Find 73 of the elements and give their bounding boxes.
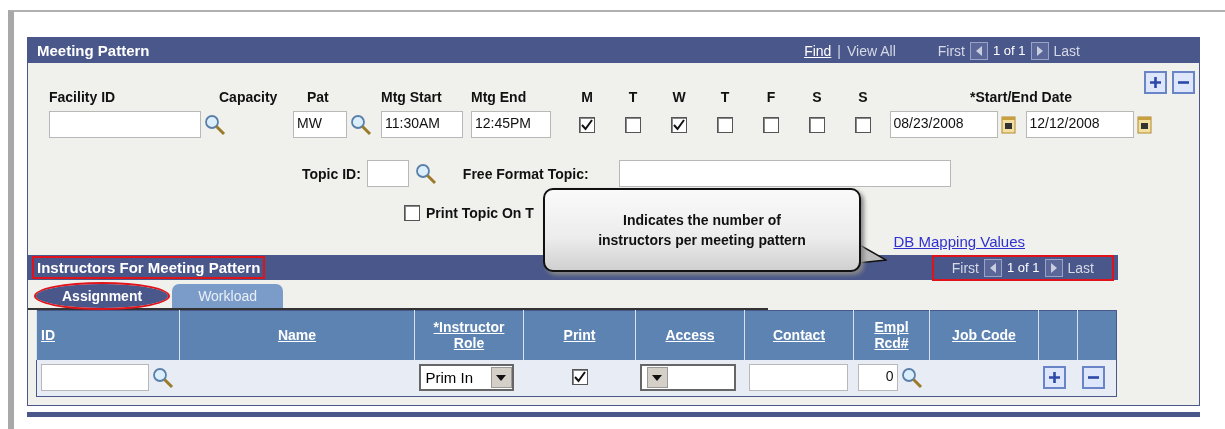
calendar-icon[interactable] [1000, 114, 1017, 135]
date-field[interactable]: 12/12/2008 [1025, 111, 1134, 138]
column-header[interactable]: *Instructor Role [414, 310, 524, 360]
search-icon[interactable] [152, 366, 174, 389]
checkbox[interactable] [625, 116, 641, 133]
checkbox[interactable] [579, 116, 595, 133]
add-row-button[interactable] [1144, 71, 1167, 94]
delete-row-button[interactable] [1172, 71, 1195, 94]
day-label: T [720, 89, 730, 105]
calendar-icon[interactable] [1136, 114, 1153, 135]
date-field[interactable]: 08/23/2008 [889, 111, 998, 138]
checkbox-label: Print Topic On T [426, 205, 534, 221]
column-header[interactable]: Name [179, 310, 415, 360]
input-field[interactable] [366, 160, 409, 187]
input-field[interactable]: MW [293, 111, 347, 138]
find-link[interactable]: Find [804, 42, 832, 59]
first-link[interactable]: First [951, 259, 979, 276]
search-icon[interactable] [204, 113, 226, 136]
section-title: Instructors For Meeting Pattern [34, 258, 264, 277]
checkbox[interactable] [571, 368, 588, 385]
checkbox[interactable] [671, 116, 687, 133]
day-label: S [812, 89, 822, 105]
field-label: Pat [307, 89, 329, 105]
checkbox[interactable] [763, 116, 779, 133]
search-icon[interactable] [900, 366, 923, 389]
db-mapping-link[interactable]: DB Mapping Values [893, 233, 1025, 255]
column-header[interactable]: Contact [744, 310, 854, 360]
field-label: Mtg Start [381, 89, 442, 105]
field-label: *Start/End Date [970, 89, 1072, 105]
column-header[interactable]: Print [523, 310, 636, 360]
checkbox[interactable] [855, 116, 871, 133]
field-label: Topic ID: [302, 165, 361, 182]
separator: | [837, 42, 841, 59]
checkbox[interactable] [809, 116, 825, 133]
search-icon[interactable] [350, 113, 372, 136]
input-field[interactable] [41, 364, 149, 392]
field-label: Facility ID [49, 89, 116, 105]
first-link[interactable]: First [937, 42, 965, 59]
record-count: 1 of 1 [1007, 260, 1040, 275]
input-field[interactable] [49, 111, 201, 138]
input-field[interactable]: 12:45PM [471, 111, 551, 138]
column-header[interactable]: Job Code [929, 310, 1039, 360]
last-link[interactable]: Last [1053, 42, 1080, 59]
field-label: Free Format Topic: [462, 165, 589, 182]
checkbox[interactable] [717, 116, 733, 133]
field-label: Capacity [219, 89, 278, 105]
last-link[interactable]: Last [1067, 259, 1094, 276]
input-field[interactable] [748, 364, 848, 392]
callout: Indicates the number of instructors per meeting pattern [543, 188, 861, 272]
input-field[interactable]: 11:30AM [381, 111, 463, 138]
dropdown[interactable] [639, 364, 736, 392]
dropdown[interactable]: Prim In [418, 364, 514, 392]
plus-icon [1047, 371, 1061, 385]
tab[interactable]: Assignment [36, 284, 169, 308]
input-field[interactable]: 0 [857, 364, 898, 392]
day-label: S [858, 89, 868, 105]
checkbox[interactable] [404, 205, 420, 221]
record-count: 1 of 1 [993, 43, 1026, 58]
column-header[interactable]: Access [635, 310, 745, 360]
day-label: T [628, 89, 638, 105]
delete-row-button[interactable] [1081, 366, 1105, 390]
column-header[interactable]: Empl Rcd# [853, 310, 930, 360]
day-label: M [581, 89, 593, 105]
search-icon[interactable] [414, 162, 437, 185]
add-row-button[interactable] [1042, 366, 1066, 390]
field-label: Mtg End [471, 89, 527, 105]
section-title: Meeting Pattern [36, 41, 151, 60]
input-field[interactable] [618, 160, 951, 187]
view-all-link[interactable]: View All [847, 42, 896, 59]
plus-icon [1149, 76, 1162, 89]
column-header[interactable]: ID [36, 310, 180, 360]
day-label: F [766, 89, 776, 105]
day-label: W [672, 89, 686, 105]
